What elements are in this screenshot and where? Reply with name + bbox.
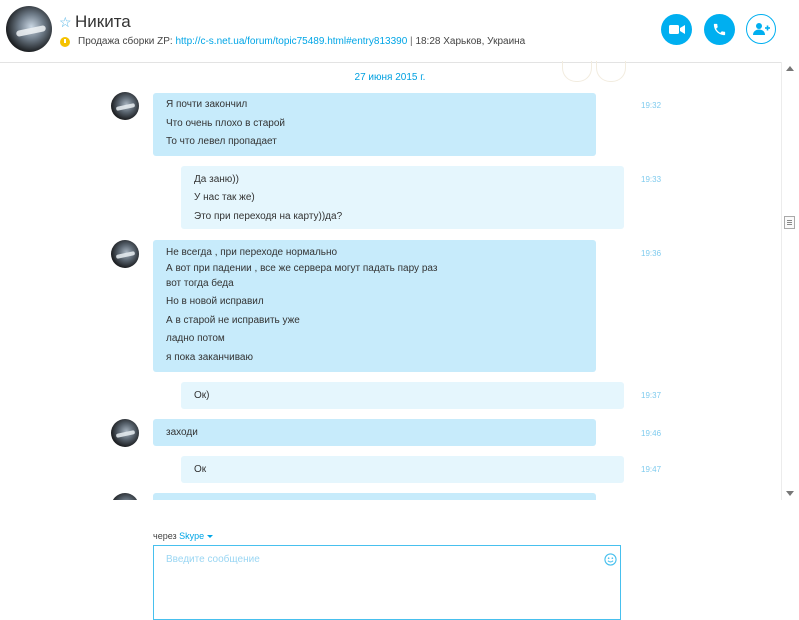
message-input[interactable]: Введите сообщение — [153, 545, 621, 620]
contact-avatar[interactable] — [6, 6, 52, 52]
message-line: ладно потом — [166, 333, 225, 344]
via-label: через — [153, 531, 177, 541]
message-line: я пока заканчиваю — [166, 352, 253, 363]
add-contact-icon — [752, 23, 770, 35]
sender-avatar[interactable] — [111, 419, 139, 447]
scrollbar-thumb[interactable] — [784, 216, 795, 229]
local-time-location: 18:28 Харьков, Украина — [415, 36, 526, 47]
via-service[interactable]: Skype — [179, 531, 204, 541]
date-separator: 27 июня 2015 г. — [354, 72, 426, 83]
message-line: Ок) — [194, 390, 210, 401]
chevron-down-icon[interactable] — [207, 535, 214, 539]
message-line: Да заню)) — [194, 174, 239, 185]
message-time: 19:32 — [641, 101, 662, 110]
mood-prefix: Продажа сборки ZP: — [78, 36, 173, 47]
send-via-selector[interactable]: через Skype — [153, 531, 214, 541]
message-input-placeholder: Введите сообщение — [166, 554, 260, 565]
favorite-star-icon[interactable]: ☆ — [59, 14, 72, 31]
message-line: А в старой не исправить уже — [166, 315, 300, 326]
message-bubble[interactable]: Ок) — [181, 382, 624, 409]
message-bubble[interactable]: заходи — [153, 419, 596, 446]
message-bubble[interactable]: Не всегда , при переходе нормально А вот… — [153, 240, 596, 372]
mood-separator: | — [410, 36, 413, 47]
conversation-header: ☆ Никита Продажа сборки ZP: http://c-s.n… — [0, 0, 799, 63]
chat-scrollbar[interactable] — [781, 62, 799, 500]
message-time: 19:37 — [641, 391, 662, 400]
message-time: 19:47 — [641, 465, 662, 474]
sender-avatar[interactable] — [111, 240, 139, 268]
message-line: У нас так же) — [194, 192, 255, 203]
audio-call-button[interactable] — [704, 14, 735, 45]
message-line: Не всегда , при переходе нормально — [166, 247, 338, 258]
video-call-button[interactable] — [661, 14, 692, 45]
message-bubble[interactable]: Ок — [181, 456, 624, 483]
message-line: Что очень плохо в старой — [166, 118, 285, 129]
message-line: вот тогда беда — [166, 278, 234, 289]
scroll-down-arrow-icon[interactable] — [786, 491, 794, 496]
message-line: А вот при падении , все же сервера могут… — [166, 263, 438, 274]
mood-link[interactable]: http://c-s.net.ua/forum/topic75489.html#… — [175, 36, 407, 47]
away-clock-icon — [60, 37, 70, 47]
message-time: 19:46 — [641, 429, 662, 438]
smiley-icon[interactable] — [604, 553, 617, 566]
message-line: То что левел пропадает — [166, 136, 277, 147]
message-line: Я почти закончил — [166, 99, 248, 110]
message-line: заходи — [166, 427, 198, 438]
mood-message: Продажа сборки ZP: http://c-s.net.ua/for… — [78, 36, 525, 47]
message-line: Это при переходя на карту))да? — [194, 211, 343, 222]
phone-icon — [713, 23, 726, 36]
message-bubble[interactable]: Да заню)) У нас так же) Это при переходя… — [181, 166, 624, 229]
video-camera-icon — [668, 25, 685, 34]
message-time: 19:33 — [641, 175, 662, 184]
add-participant-button[interactable] — [746, 14, 776, 44]
message-line: Ок — [194, 464, 207, 475]
message-bubble[interactable]: Я почти закончил Что очень плохо в старо… — [153, 93, 596, 156]
message-line: Но в новой исправил — [166, 296, 264, 307]
message-time: 19:36 — [641, 249, 662, 258]
scroll-up-arrow-icon[interactable] — [786, 66, 794, 71]
contact-name[interactable]: Никита — [75, 12, 131, 32]
sender-avatar[interactable] — [111, 92, 139, 120]
